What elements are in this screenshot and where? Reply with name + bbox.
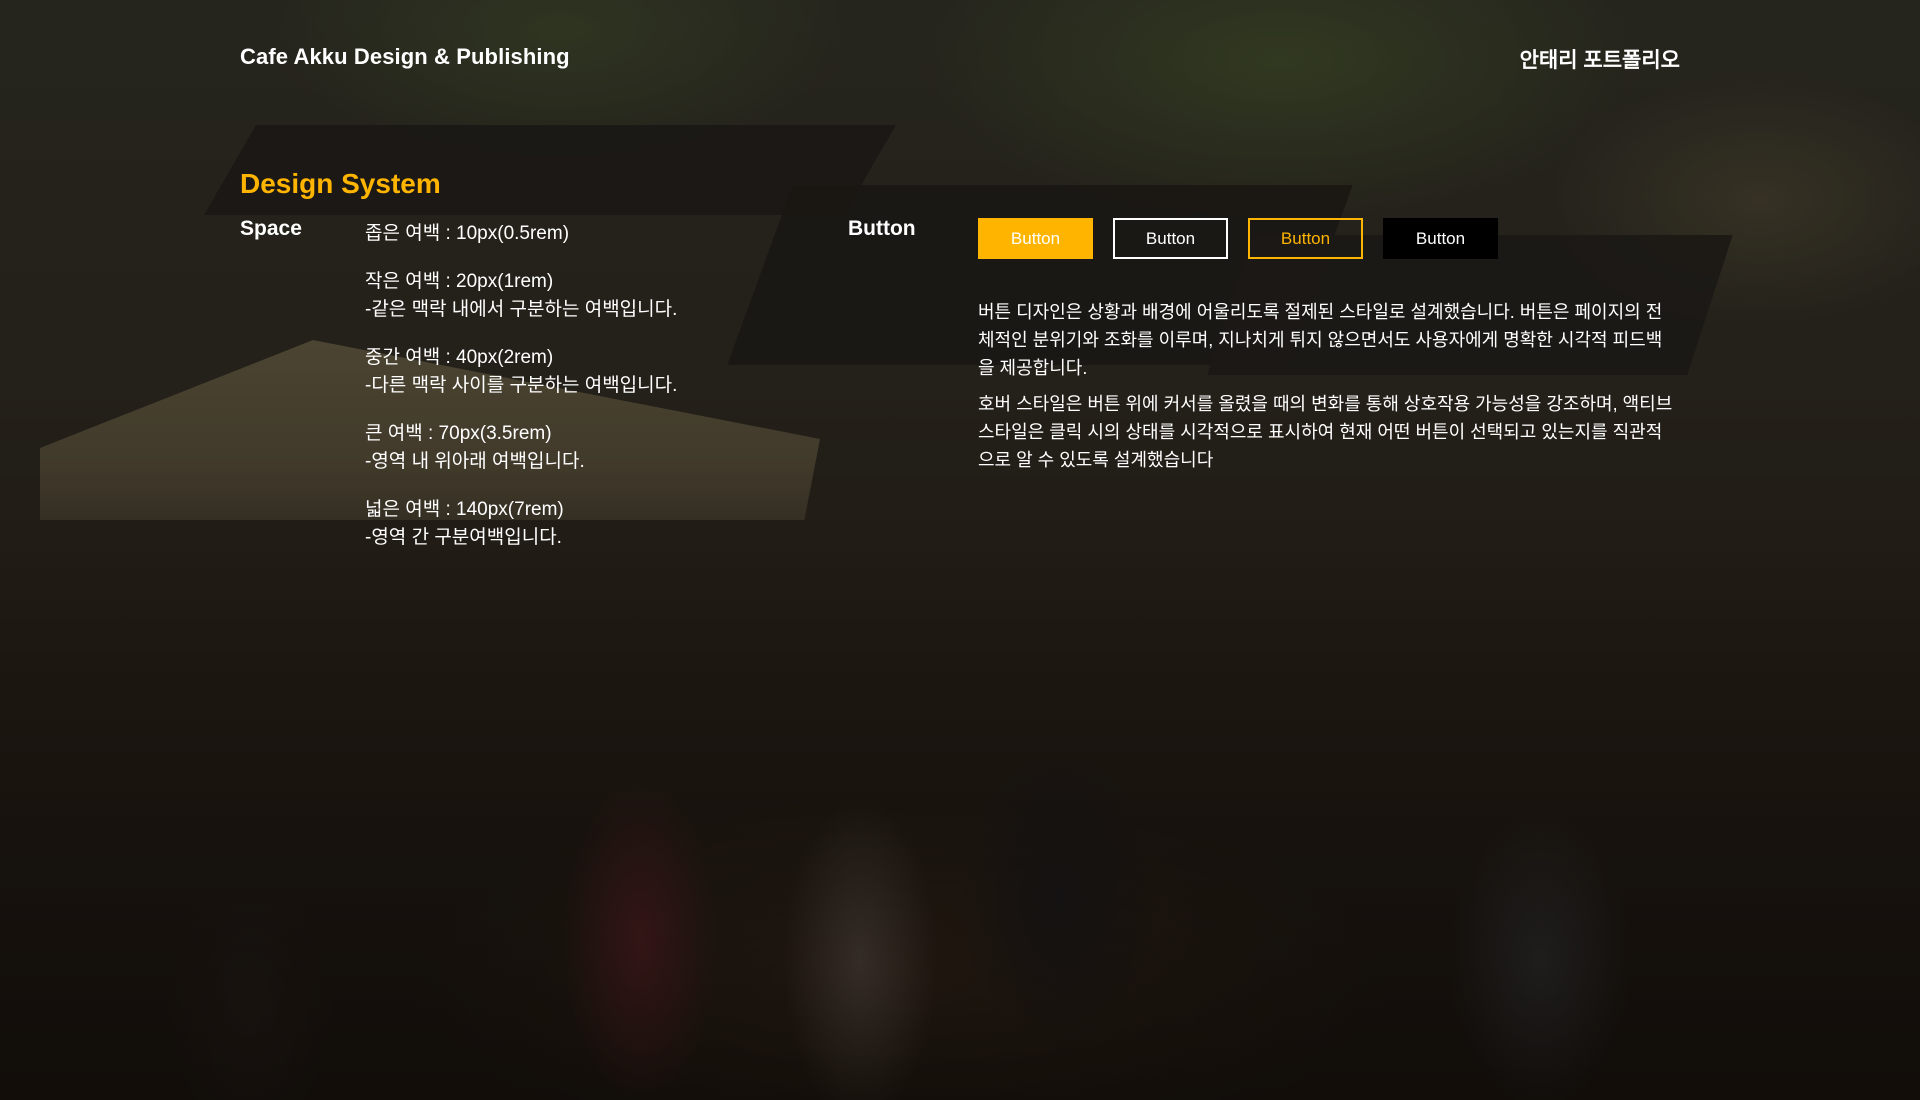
button-description: 버튼 디자인은 상황과 배경에 어울리도록 절제된 스타일로 설계했습니다. 버… [978, 298, 1678, 482]
space-item-medium: 중간 여백 : 40px(2rem) -다른 맥락 사이를 구분하는 여백입니다… [365, 344, 785, 400]
space-item-title: 큰 여백 : 70px(3.5rem) [365, 423, 552, 444]
space-item-title: 작은 여백 : 20px(1rem) [365, 271, 554, 292]
design-system-title: Design System [240, 168, 441, 199]
space-label: Space [240, 217, 302, 240]
space-item-wide: 넓은 여백 : 140px(7rem) -영역 간 구분여백입니다. [365, 496, 785, 552]
button-active-sample[interactable]: Button [1383, 218, 1498, 259]
brand-title: Cafe Akku Design & Publishing [240, 44, 570, 69]
button-label: Button [848, 217, 916, 240]
space-item-title: 좁은 여백 : 10px(0.5rem) [365, 223, 570, 244]
space-item-title: 중간 여백 : 40px(2rem) [365, 347, 554, 368]
space-item-desc: -다른 맥락 사이를 구분하는 여백입니다. [365, 375, 678, 396]
dark-overlay [0, 0, 1920, 1100]
space-item-title: 넓은 여백 : 140px(7rem) [365, 499, 564, 520]
button-hover-sample[interactable]: Button [1248, 218, 1363, 259]
space-item-small: 작은 여백 : 20px(1rem) -같은 맥락 내에서 구분하는 여백입니다… [365, 268, 785, 324]
background-photo [0, 0, 1920, 1100]
button-description-paragraph: 호버 스타일은 버튼 위에 커서를 올렸을 때의 변화를 통해 상호작용 가능성… [978, 394, 1673, 470]
space-item-desc: -같은 맥락 내에서 구분하는 여백입니다. [365, 299, 678, 320]
button-default-sample[interactable]: Button [978, 218, 1093, 259]
space-item-desc: -영역 내 위아래 여백입니다. [365, 451, 585, 472]
portfolio-link[interactable]: 안태리 포트폴리오 [1520, 44, 1680, 74]
button-outline-sample[interactable]: Button [1113, 218, 1228, 259]
button-samples: Button Button Button Button [978, 218, 1498, 259]
space-list: 좁은 여백 : 10px(0.5rem) 작은 여백 : 20px(1rem) … [365, 220, 785, 572]
button-description-paragraph: 버튼 디자인은 상황과 배경에 어울리도록 절제된 스타일로 설계했습니다. 버… [978, 302, 1663, 378]
space-item-narrow: 좁은 여백 : 10px(0.5rem) [365, 220, 785, 248]
space-item-large: 큰 여백 : 70px(3.5rem) -영역 내 위아래 여백입니다. [365, 420, 785, 476]
space-item-desc: -영역 간 구분여백입니다. [365, 527, 562, 548]
